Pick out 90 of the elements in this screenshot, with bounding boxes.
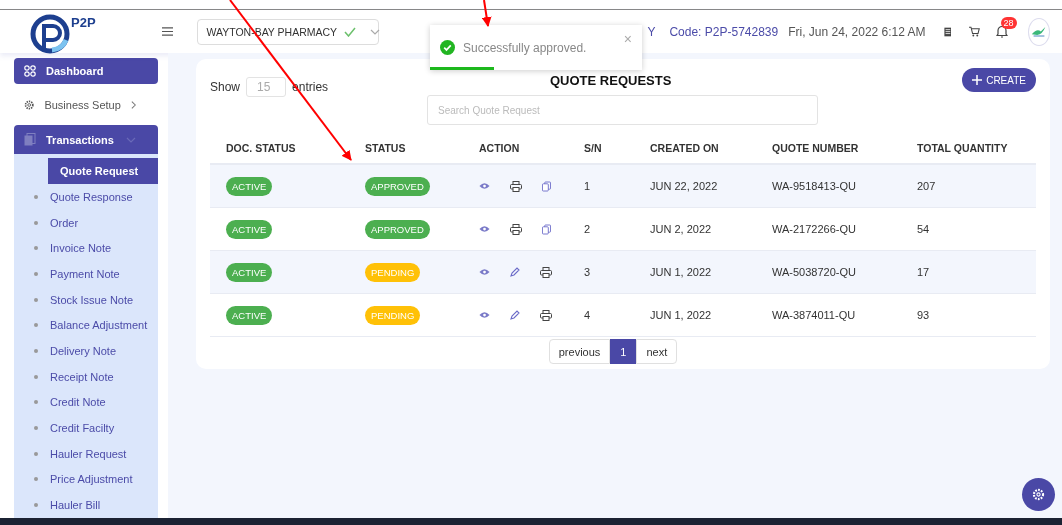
bell-icon[interactable]	[995, 25, 1008, 38]
cart-icon[interactable]	[969, 25, 981, 38]
toast-message: Successfully approved.	[463, 40, 588, 55]
chevron-right-icon	[130, 99, 136, 110]
submenu-item[interactable]: Credit Note	[14, 389, 158, 416]
column-header: DOC. STATUS	[225, 142, 297, 154]
column-header: S/N	[583, 142, 603, 154]
table-cell-text: 54	[916, 223, 931, 235]
sidebar-item[interactable]: Transactions	[14, 124, 158, 155]
logo-icon	[30, 13, 70, 54]
table-cell-text: 2	[583, 223, 592, 235]
pencil-icon[interactable]	[510, 267, 520, 277]
plus-icon	[972, 75, 983, 85]
copy-icon[interactable]	[542, 180, 551, 192]
pencil-icon[interactable]	[510, 310, 520, 320]
settings-button[interactable]	[1022, 478, 1055, 511]
column-header: QUOTE NUMBER	[771, 142, 860, 154]
notification-badge: 28	[1000, 17, 1017, 29]
doc-status-badge: ACTIVE	[226, 262, 273, 282]
submenu-item[interactable]: Hauler Request	[14, 440, 158, 467]
table-cell-text: JUN 1, 2022	[649, 309, 713, 321]
next-button[interactable]: next	[636, 339, 678, 364]
submenu-item[interactable]: Receipt Note	[14, 363, 158, 390]
submenu-item[interactable]: Delivery Note	[14, 338, 158, 364]
column-header: TOTAL QUANTITY	[916, 142, 1009, 154]
submenu-item[interactable]: Payment Note	[14, 261, 158, 287]
table-cell-text: WA-5038720-QU	[771, 266, 857, 278]
table-cell-text: 207	[916, 180, 937, 192]
table-cell-text: JUN 1, 2022	[649, 266, 713, 278]
success-icon	[440, 40, 455, 55]
status-badge: APPROVED	[365, 176, 430, 196]
logo-text: P2P	[71, 14, 96, 30]
search-field[interactable]: Search Quote Request	[427, 95, 818, 125]
eye-icon[interactable]	[479, 268, 490, 276]
printer-icon[interactable]	[510, 180, 522, 192]
table-cell-text: 1	[583, 180, 592, 192]
table-cell-text: JUN 22, 2022	[649, 180, 719, 192]
table-cell-text: 93	[916, 309, 931, 321]
show-label: Show	[210, 80, 241, 94]
eye-icon[interactable]	[479, 225, 490, 233]
page-title: QUOTE REQUESTS	[550, 72, 673, 88]
submenu-item[interactable]: Order	[14, 209, 158, 236]
submenu-item[interactable]: Hauler Bill	[14, 492, 158, 518]
submenu-item[interactable]: Stock Issue Note	[14, 286, 158, 313]
annotation-arrow	[481, 0, 492, 27]
status-badge: PENDING	[365, 305, 421, 325]
printer-icon[interactable]	[540, 266, 552, 278]
header-text: Y	[647, 24, 656, 39]
date-time: Fri, Jun 24, 2022 6:12 AM	[788, 24, 926, 39]
create-button[interactable]: CREATE	[962, 68, 1036, 92]
printer-icon[interactable]	[510, 223, 522, 235]
chevron-down-icon	[126, 136, 136, 143]
submenu-item[interactable]: Quote Request	[48, 158, 158, 185]
printer-icon[interactable]	[540, 309, 552, 321]
page-button[interactable]: 1	[610, 339, 637, 364]
table-cell-text: WA-3874011-QU	[771, 309, 857, 321]
table-cell-text: JUN 2, 2022	[649, 223, 713, 235]
doc-status-badge: ACTIVE	[226, 176, 273, 196]
eye-icon[interactable]	[479, 182, 490, 190]
doc-status-badge: ACTIVE	[226, 305, 273, 325]
menu-icon[interactable]	[162, 26, 174, 37]
grid-icon	[24, 65, 36, 78]
status-badge: APPROVED	[365, 219, 430, 239]
previous-button[interactable]: previous	[548, 339, 611, 364]
submenu-item[interactable]: Quote Response	[14, 184, 158, 210]
submenu-item[interactable]: Price Adjustment	[14, 466, 158, 493]
sidebar-item[interactable]: Business Setup	[14, 92, 158, 117]
gear-icon	[24, 98, 35, 111]
document-icon[interactable]	[943, 25, 952, 38]
column-header: STATUS	[364, 142, 407, 154]
column-header: CREATED ON	[649, 142, 720, 154]
settings-icon	[1032, 488, 1045, 501]
status-badge: PENDING	[365, 262, 421, 282]
copy-icon[interactable]	[542, 223, 551, 235]
table-cell-text: WA-2172266-QU	[771, 223, 857, 235]
eye-icon[interactable]	[479, 311, 490, 319]
doc-status-badge: ACTIVE	[226, 219, 273, 239]
chevron-down-icon	[370, 28, 381, 35]
table-cell-text: WA-9518413-QU	[771, 180, 857, 192]
table-cell-text: 17	[916, 266, 931, 278]
table-cell-text: 4	[583, 309, 592, 321]
submenu-item[interactable]: Invoice Note	[14, 235, 158, 262]
submenu-item[interactable]: Balance Adjustment	[14, 312, 158, 339]
copy-icon	[24, 133, 36, 147]
submenu-item[interactable]: Credit Facilty	[14, 415, 158, 441]
table-cell-text: 3	[583, 266, 592, 278]
column-header: ACTION	[478, 142, 521, 154]
sidebar-item[interactable]: Dashboard	[14, 58, 158, 85]
check-icon	[344, 26, 357, 37]
company-code: Code: P2P-5742839	[669, 24, 779, 39]
